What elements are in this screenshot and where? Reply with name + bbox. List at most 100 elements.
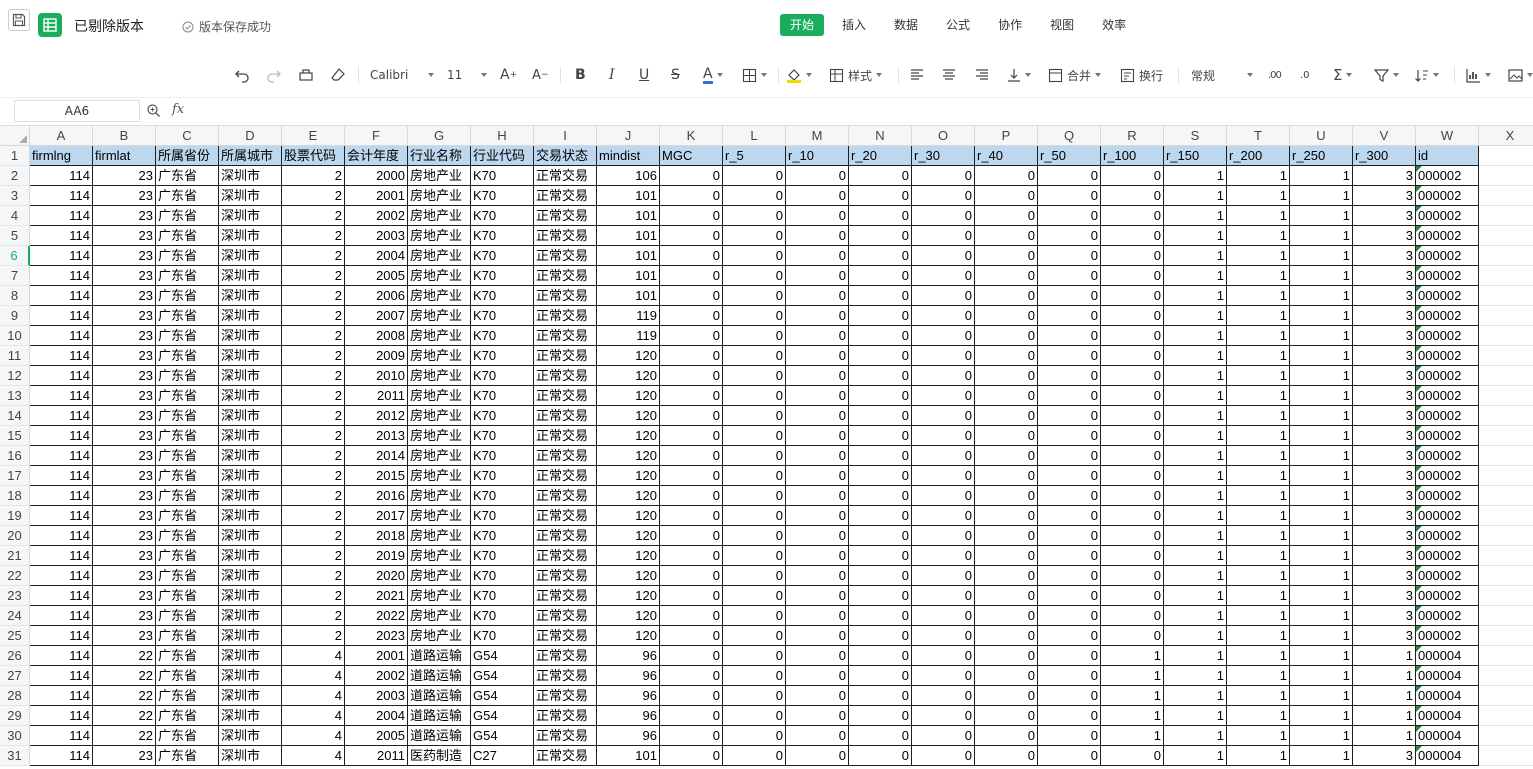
table-cell[interactable]: 000004 bbox=[1416, 686, 1479, 706]
table-cell[interactable]: 000004 bbox=[1416, 706, 1479, 726]
table-cell[interactable]: 1 bbox=[1164, 166, 1227, 186]
table-cell[interactable]: 1 bbox=[1290, 426, 1353, 446]
table-cell[interactable]: 000004 bbox=[1416, 646, 1479, 666]
table-cell[interactable]: 1 bbox=[1227, 586, 1290, 606]
table-cell[interactable]: 0 bbox=[975, 646, 1038, 666]
table-cell[interactable]: 0 bbox=[660, 586, 723, 606]
table-cell[interactable]: 广东省 bbox=[156, 346, 219, 366]
fill-color-icon[interactable] bbox=[786, 64, 812, 86]
table-cell[interactable]: 3 bbox=[1353, 206, 1416, 226]
table-cell[interactable]: 广东省 bbox=[156, 286, 219, 306]
table-cell[interactable]: 000004 bbox=[1416, 726, 1479, 746]
row-header-31[interactable]: 31 bbox=[0, 746, 30, 766]
row-header-24[interactable]: 24 bbox=[0, 606, 30, 626]
table-cell[interactable]: 0 bbox=[849, 466, 912, 486]
table-cell[interactable] bbox=[1479, 406, 1533, 426]
table-cell[interactable]: 23 bbox=[93, 566, 156, 586]
table-cell[interactable]: 0 bbox=[975, 566, 1038, 586]
table-cell[interactable]: 0 bbox=[912, 726, 975, 746]
decrease-font-icon[interactable]: A − bbox=[532, 64, 548, 86]
table-cell[interactable]: 0 bbox=[912, 626, 975, 646]
table-cell[interactable]: 0 bbox=[912, 686, 975, 706]
row-header-29[interactable]: 29 bbox=[0, 706, 30, 726]
table-cell[interactable]: 0 bbox=[849, 326, 912, 346]
column-header-a[interactable]: A bbox=[30, 126, 93, 146]
column-header-u[interactable]: U bbox=[1290, 126, 1353, 146]
table-cell[interactable]: 深圳市 bbox=[219, 406, 282, 426]
table-cell[interactable]: 0 bbox=[849, 506, 912, 526]
align-left-icon[interactable] bbox=[910, 64, 924, 86]
number-format-select[interactable]: 常规 bbox=[1191, 64, 1253, 86]
table-cell[interactable]: 0 bbox=[849, 606, 912, 626]
table-cell[interactable] bbox=[1479, 466, 1533, 486]
table-cell[interactable]: 0 bbox=[849, 366, 912, 386]
table-cell[interactable]: 深圳市 bbox=[219, 566, 282, 586]
table-cell[interactable]: 正常交易 bbox=[534, 466, 597, 486]
table-cell[interactable]: 2 bbox=[282, 426, 345, 446]
table-cell[interactable]: 000002 bbox=[1416, 426, 1479, 446]
table-cell[interactable]: 3 bbox=[1353, 626, 1416, 646]
table-cell[interactable]: 114 bbox=[30, 406, 93, 426]
table-cell[interactable]: 广东省 bbox=[156, 506, 219, 526]
table-cell[interactable]: 0 bbox=[1038, 266, 1101, 286]
table-cell[interactable]: 深圳市 bbox=[219, 166, 282, 186]
table-cell[interactable]: 0 bbox=[660, 426, 723, 446]
table-cell[interactable]: 0 bbox=[1038, 466, 1101, 486]
column-header-d[interactable]: D bbox=[219, 126, 282, 146]
table-cell[interactable]: 广东省 bbox=[156, 226, 219, 246]
column-header-t[interactable]: T bbox=[1227, 126, 1290, 146]
table-cell[interactable]: 深圳市 bbox=[219, 346, 282, 366]
table-cell[interactable]: 120 bbox=[597, 486, 660, 506]
table-cell[interactable]: 房地产业 bbox=[408, 246, 471, 266]
table-cell[interactable]: 0 bbox=[849, 486, 912, 506]
column-header-f[interactable]: F bbox=[345, 126, 408, 146]
table-cell[interactable]: 119 bbox=[597, 326, 660, 346]
table-cell[interactable]: 0 bbox=[1038, 286, 1101, 306]
increase-decimal-icon[interactable]: .00 bbox=[1268, 64, 1282, 86]
table-cell[interactable]: 0 bbox=[975, 246, 1038, 266]
table-cell[interactable]: 3 bbox=[1353, 406, 1416, 426]
table-cell[interactable] bbox=[1479, 326, 1533, 346]
table-cell[interactable]: 1 bbox=[1227, 206, 1290, 226]
table-cell[interactable]: 0 bbox=[975, 366, 1038, 386]
table-cell[interactable]: 1 bbox=[1164, 566, 1227, 586]
table-cell[interactable] bbox=[1479, 306, 1533, 326]
table-cell[interactable]: 深圳市 bbox=[219, 686, 282, 706]
tab-4[interactable]: 协作 bbox=[988, 14, 1032, 36]
table-cell[interactable]: 1 bbox=[1164, 686, 1227, 706]
table-cell[interactable]: 23 bbox=[93, 206, 156, 226]
table-cell[interactable]: G54 bbox=[471, 726, 534, 746]
table-cell[interactable]: 000002 bbox=[1416, 266, 1479, 286]
table-cell[interactable]: 22 bbox=[93, 706, 156, 726]
table-cell[interactable]: 0 bbox=[723, 286, 786, 306]
table-cell[interactable]: 1 bbox=[1290, 166, 1353, 186]
table-cell[interactable]: 0 bbox=[975, 206, 1038, 226]
table-cell[interactable]: 0 bbox=[723, 466, 786, 486]
table-cell[interactable]: 1 bbox=[1290, 226, 1353, 246]
table-cell[interactable]: 房地产业 bbox=[408, 486, 471, 506]
table-cell[interactable]: 0 bbox=[723, 566, 786, 586]
table-cell[interactable]: 0 bbox=[912, 486, 975, 506]
table-cell[interactable]: 1 bbox=[1290, 526, 1353, 546]
table-cell[interactable]: 0 bbox=[975, 546, 1038, 566]
table-cell[interactable]: 1 bbox=[1227, 506, 1290, 526]
table-cell[interactable] bbox=[1479, 646, 1533, 666]
table-cell[interactable]: 0 bbox=[660, 166, 723, 186]
table-cell[interactable]: 0 bbox=[912, 386, 975, 406]
table-cell[interactable]: 2 bbox=[282, 306, 345, 326]
table-cell[interactable]: 2 bbox=[282, 466, 345, 486]
table-cell[interactable]: 1 bbox=[1164, 206, 1227, 226]
table-cell[interactable]: K70 bbox=[471, 466, 534, 486]
table-cell[interactable]: 101 bbox=[597, 206, 660, 226]
table-cell[interactable]: 正常交易 bbox=[534, 246, 597, 266]
table-cell[interactable]: 0 bbox=[849, 526, 912, 546]
table-cell[interactable]: 23 bbox=[93, 366, 156, 386]
header-cell[interactable]: r_250 bbox=[1290, 146, 1353, 166]
table-cell[interactable]: 2 bbox=[282, 506, 345, 526]
table-cell[interactable]: 0 bbox=[912, 466, 975, 486]
table-cell[interactable]: 0 bbox=[723, 406, 786, 426]
table-cell[interactable]: 96 bbox=[597, 646, 660, 666]
table-cell[interactable]: 1 bbox=[1164, 406, 1227, 426]
table-cell[interactable]: 0 bbox=[786, 366, 849, 386]
table-cell[interactable]: 广东省 bbox=[156, 386, 219, 406]
